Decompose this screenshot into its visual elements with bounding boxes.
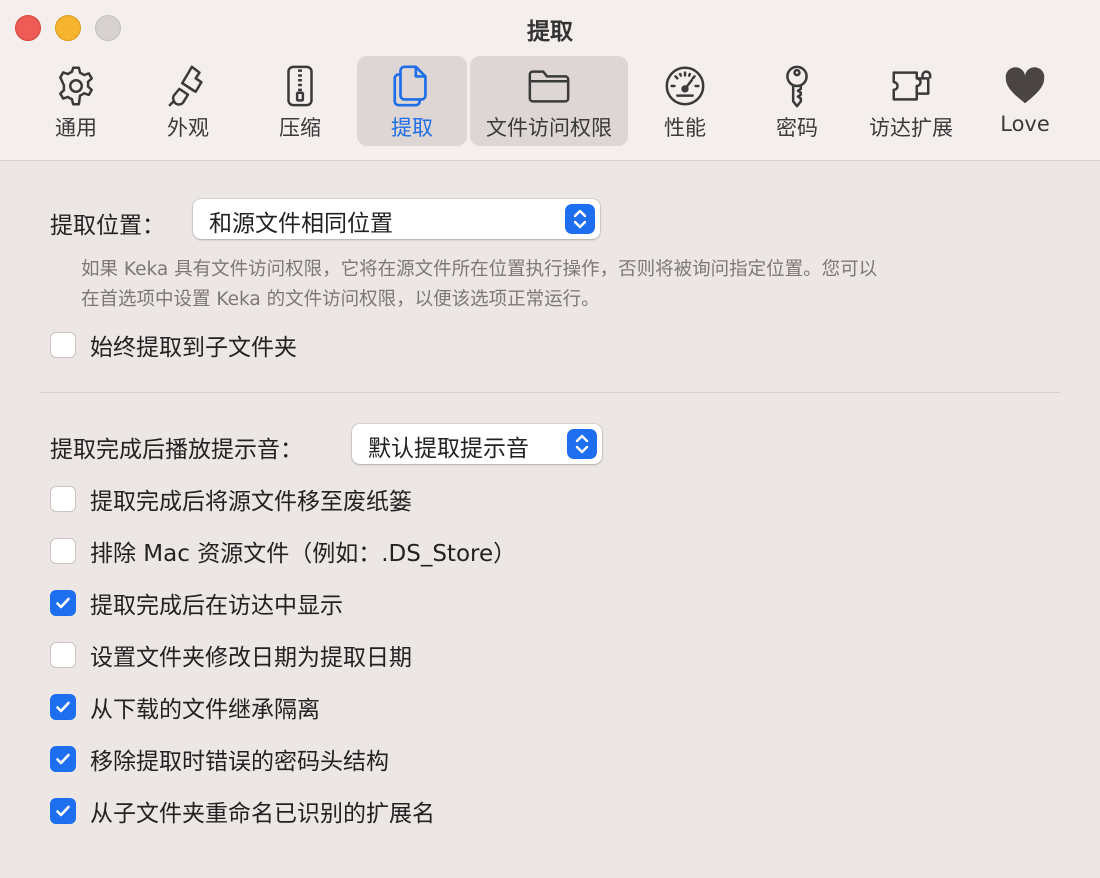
extract-location-value: 和源文件相同位置 [209, 211, 393, 237]
tab-password[interactable]: 密码 [751, 56, 843, 146]
checkmark-icon [56, 701, 70, 713]
toolbar: 提取 通用 外观 压缩 提取 文件访问权限 性能 密码 访达扩展 Love [0, 0, 1100, 161]
checkmark-icon [56, 753, 70, 765]
window-title: 提取 [527, 19, 573, 45]
option-label: 设置文件夹修改日期为提取日期 [90, 645, 412, 671]
paintbrush-icon [164, 62, 212, 110]
extract-location-label: 提取位置： [50, 213, 165, 239]
tab-label: 压缩 [279, 116, 321, 140]
tab-compress[interactable]: 压缩 [254, 56, 346, 146]
tab-finder-extension[interactable]: 访达扩展 [860, 56, 962, 146]
option-checkbox[interactable] [50, 798, 76, 824]
tab-label: Love [1000, 112, 1050, 136]
extract-location-help: 如果 Keka 具有文件访问权限，它将在源文件所在位置执行操作，否则将被询问指定… [81, 255, 1056, 315]
option-checkbox[interactable] [50, 486, 76, 512]
option-checkbox[interactable] [50, 642, 76, 668]
folder-icon [525, 62, 573, 110]
option-label: 从下载的文件继承隔离 [90, 697, 320, 723]
option-row[interactable]: 排除 Mac 资源文件（例如：.DS_Store） [50, 536, 517, 567]
tab-label: 访达扩展 [869, 116, 953, 140]
help-line: 如果 Keka 具有文件访问权限，它将在源文件所在位置执行操作，否则将被询问指定… [81, 259, 878, 280]
documents-icon [388, 62, 436, 110]
option-row[interactable]: 从子文件夹重命名已识别的扩展名 [50, 796, 435, 827]
gauge-icon [661, 62, 709, 110]
option-row[interactable]: 提取完成后将源文件移至废纸篓 [50, 484, 412, 515]
tab-label: 密码 [776, 116, 818, 140]
preferences-window: 提取 通用 外观 压缩 提取 文件访问权限 性能 密码 访达扩展 Love 提取… [0, 0, 1100, 878]
gear-icon [52, 62, 100, 110]
tab-label: 提取 [391, 116, 433, 140]
tab-label: 文件访问权限 [486, 116, 612, 140]
always-subfolder-label: 始终提取到子文件夹 [90, 335, 297, 361]
always-subfolder-row[interactable]: 始终提取到子文件夹 [50, 330, 297, 361]
heart-icon [1001, 62, 1049, 110]
key-icon [773, 62, 821, 110]
help-line: 在首选项中设置 Keka 的文件访问权限，以便该选项正常运行。 [81, 289, 600, 310]
tab-file-access[interactable]: 文件访问权限 [470, 56, 628, 146]
tab-performance[interactable]: 性能 [639, 56, 731, 146]
divider [40, 392, 1060, 393]
option-label: 排除 Mac 资源文件（例如：.DS_Store） [90, 541, 517, 567]
puzzle-extension-icon [887, 62, 935, 110]
sound-popup[interactable]: 默认提取提示音 [352, 424, 602, 464]
extract-location-popup[interactable]: 和源文件相同位置 [193, 199, 600, 239]
option-checkbox[interactable] [50, 590, 76, 616]
tab-label: 外观 [167, 116, 209, 140]
tab-label: 性能 [664, 116, 706, 140]
checkmark-icon [56, 805, 70, 817]
option-row[interactable]: 从下载的文件继承隔离 [50, 692, 320, 723]
chevron-up-down-icon [567, 429, 597, 459]
option-checkbox[interactable] [50, 746, 76, 772]
option-checkbox[interactable] [50, 694, 76, 720]
tab-extract[interactable]: 提取 [357, 56, 467, 146]
always-subfolder-checkbox[interactable] [50, 332, 76, 358]
zipper-archive-icon [276, 62, 324, 110]
chevron-up-down-icon [565, 204, 595, 234]
checkmark-icon [56, 597, 70, 609]
sound-label: 提取完成后播放提示音： [50, 437, 303, 463]
option-row[interactable]: 移除提取时错误的密码头结构 [50, 744, 389, 775]
option-label: 从子文件夹重命名已识别的扩展名 [90, 801, 435, 827]
option-label: 提取完成后将源文件移至废纸篓 [90, 489, 412, 515]
option-label: 提取完成后在访达中显示 [90, 593, 343, 619]
option-row[interactable]: 设置文件夹修改日期为提取日期 [50, 640, 412, 671]
option-row[interactable]: 提取完成后在访达中显示 [50, 588, 343, 619]
tab-love[interactable]: Love [980, 56, 1070, 146]
option-label: 移除提取时错误的密码头结构 [90, 749, 389, 775]
tab-appearance[interactable]: 外观 [142, 56, 234, 146]
sound-value: 默认提取提示音 [368, 436, 529, 462]
option-checkbox[interactable] [50, 538, 76, 564]
tab-label: 通用 [55, 116, 97, 140]
tab-general[interactable]: 通用 [30, 56, 122, 146]
